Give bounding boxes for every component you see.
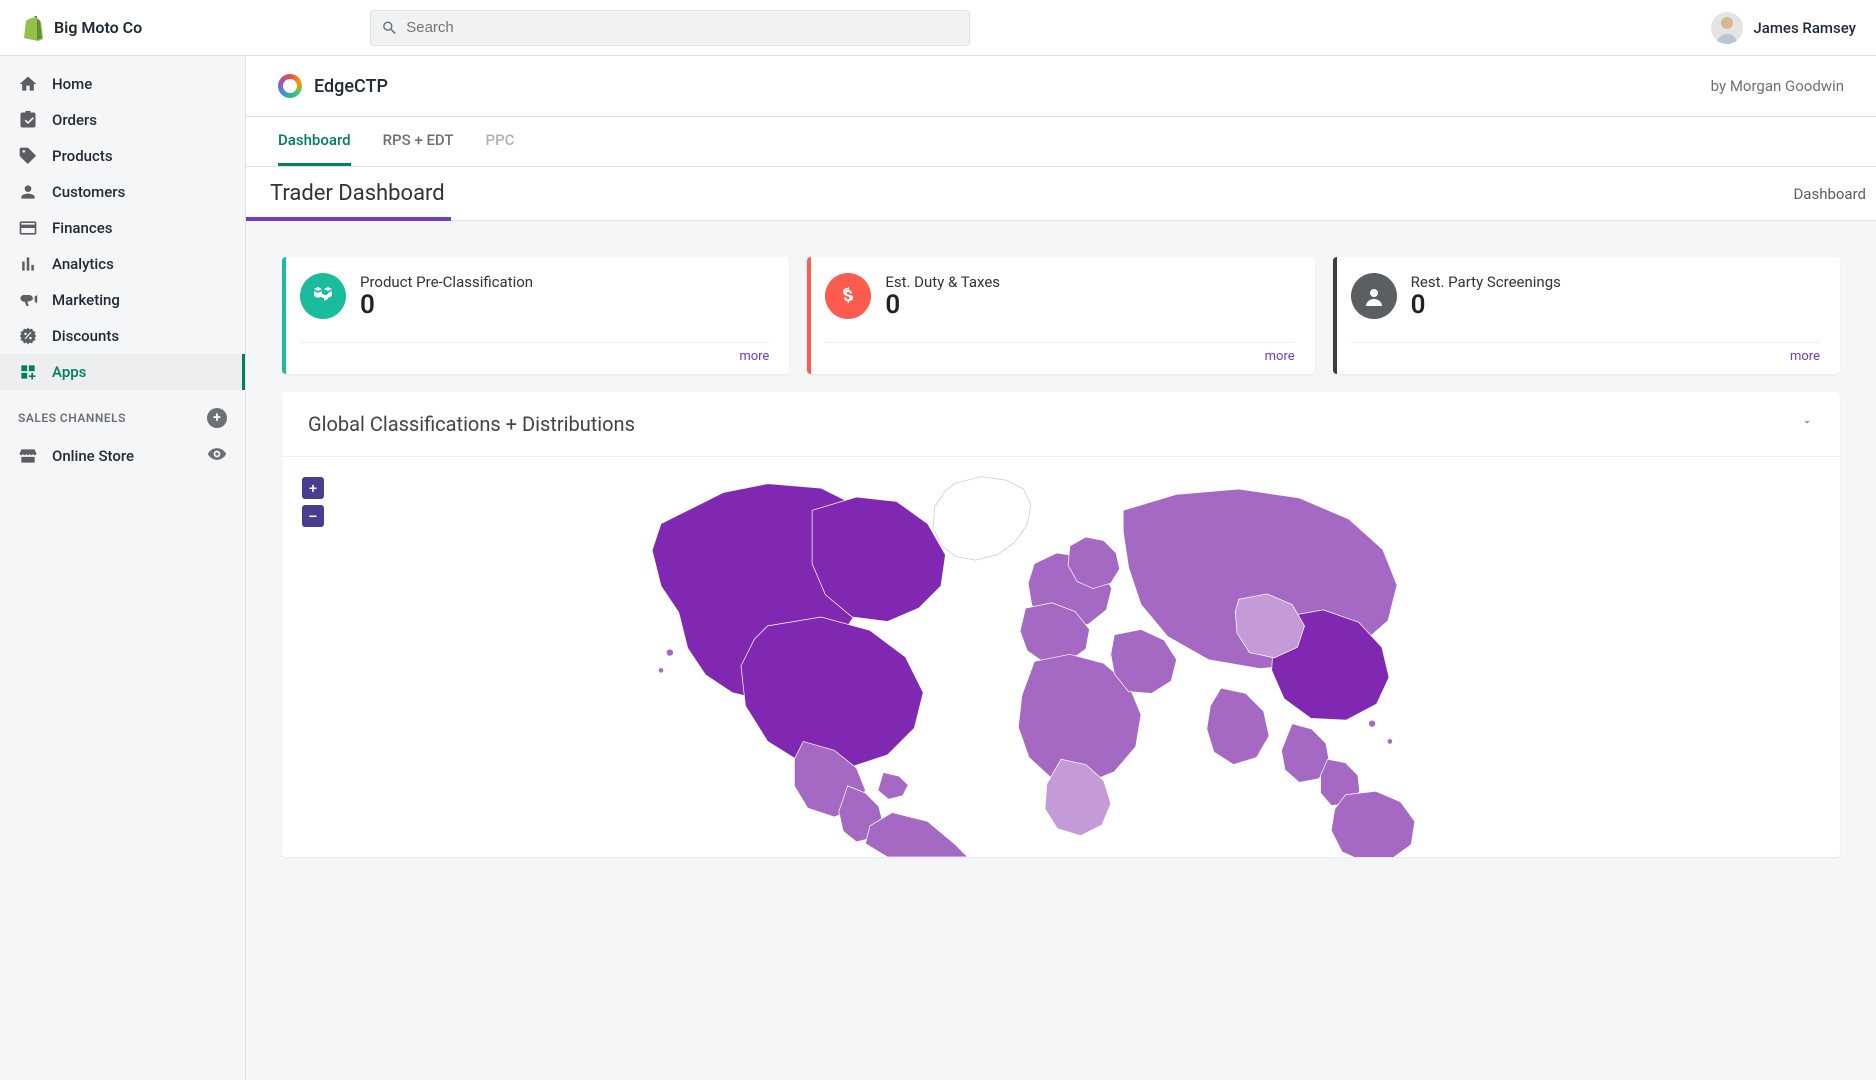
finances-icon: [18, 218, 38, 238]
map-header: Global Classifications + Distributions: [282, 392, 1840, 457]
main-content: EdgeCTP by Morgan Goodwin Dashboard RPS …: [246, 56, 1876, 1080]
eye-icon: [207, 444, 227, 464]
card-value: 0: [885, 291, 1000, 320]
sidebar-item-label: Discounts: [52, 327, 119, 345]
megaphone-icon: [18, 290, 38, 310]
card-value: 0: [1411, 291, 1561, 320]
sidebar-item-discounts[interactable]: Discounts: [0, 318, 245, 354]
card-title: Rest. Party Screenings: [1411, 273, 1561, 291]
home-icon: [18, 74, 38, 94]
card-title: Est. Duty & Taxes: [885, 273, 1000, 291]
discount-icon: [18, 326, 38, 346]
sidebar-item-label: Online Store: [52, 447, 134, 465]
sidebar-item-apps[interactable]: Apps: [0, 354, 245, 390]
card-more-link[interactable]: more: [825, 343, 1294, 364]
tag-icon: [18, 146, 38, 166]
map-zoom-controls: + −: [302, 477, 324, 527]
brand[interactable]: Big Moto Co: [20, 15, 370, 41]
apps-icon: [18, 362, 38, 382]
search-container: [370, 10, 970, 46]
card-title: Product Pre-Classification: [360, 273, 533, 291]
search-box[interactable]: [370, 10, 970, 46]
sidebar: Home Orders Products Customers Finances …: [0, 56, 246, 1080]
person-icon: [18, 182, 38, 202]
dollar-icon: $: [825, 273, 871, 319]
zoom-out-button[interactable]: −: [302, 505, 324, 527]
sidebar-section-sales-channels: SALES CHANNELS +: [0, 390, 245, 436]
sidebar-item-label: Customers: [52, 183, 125, 201]
chevron-down-icon: [1800, 415, 1814, 429]
sidebar-item-products[interactable]: Products: [0, 138, 245, 174]
card-more-link[interactable]: more: [1351, 343, 1820, 364]
avatar: [1711, 12, 1743, 44]
user-menu[interactable]: James Ramsey: [1711, 12, 1856, 44]
app-logo-icon: [278, 74, 302, 98]
collapse-button[interactable]: [1800, 414, 1814, 433]
map-panel: Global Classifications + Distributions +…: [282, 392, 1840, 857]
brand-name: Big Moto Co: [54, 18, 142, 37]
sidebar-item-finances[interactable]: Finances: [0, 210, 245, 246]
sidebar-item-label: Orders: [52, 111, 97, 129]
boxes-icon: [300, 273, 346, 319]
sidebar-item-label: Apps: [52, 363, 86, 381]
tab-rps-edt[interactable]: RPS + EDT: [383, 117, 454, 166]
zoom-in-button[interactable]: +: [302, 477, 324, 499]
sidebar-item-customers[interactable]: Customers: [0, 174, 245, 210]
view-store-button[interactable]: [207, 444, 227, 468]
store-icon: [18, 446, 38, 466]
tab-dashboard[interactable]: Dashboard: [278, 117, 351, 166]
map-body[interactable]: + −: [282, 457, 1840, 857]
card-more-link[interactable]: more: [300, 343, 769, 364]
sidebar-item-label: Products: [52, 147, 113, 165]
sidebar-item-marketing[interactable]: Marketing: [0, 282, 245, 318]
card-product-preclass[interactable]: Product Pre-Classification 0 more: [282, 257, 789, 374]
map-title: Global Classifications + Distributions: [308, 412, 635, 436]
sidebar-item-label: Finances: [52, 219, 112, 237]
world-map[interactable]: [282, 457, 1840, 857]
sidebar-item-label: Home: [52, 75, 92, 93]
search-input[interactable]: [406, 19, 959, 36]
user-name: James Ramsey: [1753, 19, 1856, 37]
sidebar-item-label: Analytics: [52, 255, 114, 273]
sidebar-item-analytics[interactable]: Analytics: [0, 246, 245, 282]
app-name: EdgeCTP: [314, 76, 388, 97]
tab-ppc[interactable]: PPC: [486, 117, 515, 166]
analytics-icon: [18, 254, 38, 274]
sidebar-item-orders[interactable]: Orders: [0, 102, 245, 138]
add-channel-button[interactable]: +: [207, 408, 227, 428]
page-title: Trader Dashboard: [270, 181, 445, 206]
sidebar-item-home[interactable]: Home: [0, 66, 245, 102]
sidebar-section-label: SALES CHANNELS: [18, 411, 126, 425]
person-circle-icon: [1351, 273, 1397, 319]
stat-cards: Product Pre-Classification 0 more $ Est.…: [246, 221, 1876, 392]
card-value: 0: [360, 291, 533, 320]
card-duty-taxes[interactable]: $ Est. Duty & Taxes 0 more: [807, 257, 1314, 374]
shopify-logo-icon: [20, 15, 44, 41]
sidebar-item-label: Marketing: [52, 291, 120, 309]
card-party-screenings[interactable]: Rest. Party Screenings 0 more: [1333, 257, 1840, 374]
search-icon: [381, 19, 398, 37]
subheader: Trader Dashboard Dashboard: [246, 167, 1876, 221]
app-header: EdgeCTP by Morgan Goodwin: [246, 56, 1876, 117]
orders-icon: [18, 110, 38, 130]
svg-text:$: $: [844, 286, 853, 305]
top-header: Big Moto Co James Ramsey: [0, 0, 1876, 56]
sidebar-item-online-store[interactable]: Online Store: [0, 436, 245, 476]
app-author: by Morgan Goodwin: [1711, 77, 1844, 95]
app-tabs: Dashboard RPS + EDT PPC: [246, 117, 1876, 167]
breadcrumb: Dashboard: [1793, 185, 1866, 203]
